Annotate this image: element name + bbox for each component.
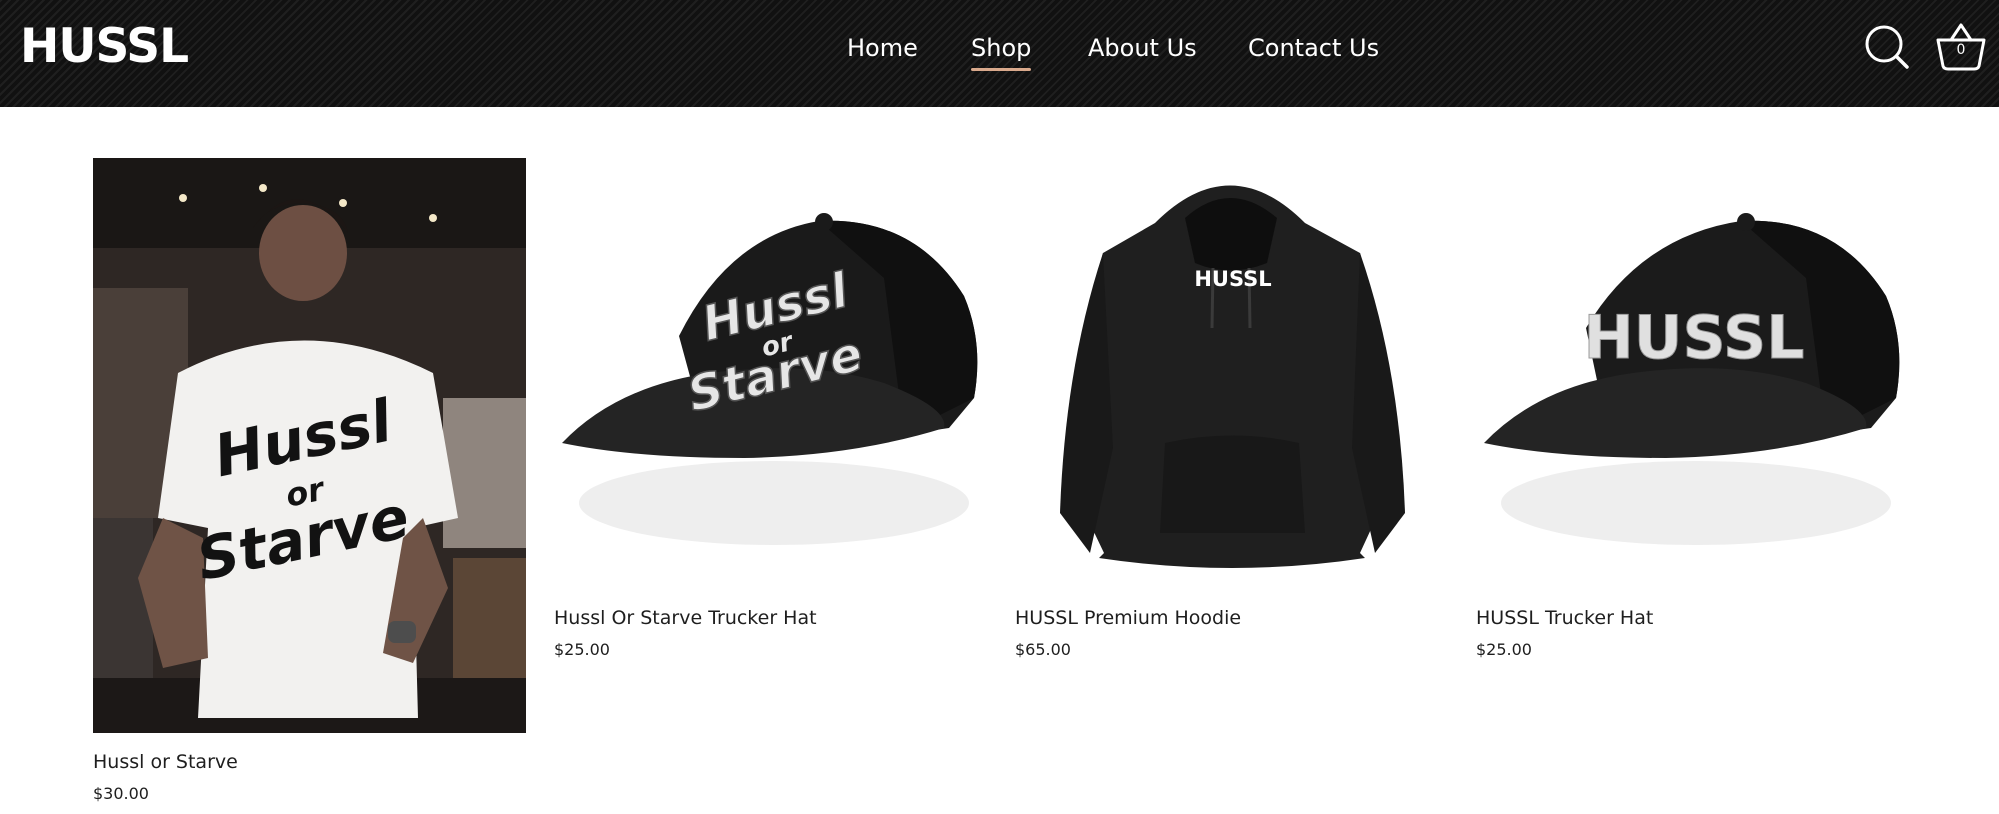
search-button[interactable] xyxy=(1862,22,1912,72)
trucker-hat-photo: Hussl or Starve xyxy=(562,213,978,545)
product-title[interactable]: Hussl Or Starve Trucker Hat xyxy=(554,605,817,631)
svg-text:HUSSL: HUSSL xyxy=(1584,303,1805,373)
product-card[interactable]: Hussl or Starve Hussl Or Starve Trucker … xyxy=(554,158,987,678)
main-nav: Home Shop About Us Contact Us xyxy=(0,30,1999,80)
product-grid: Hussl or Starve Hussl or Starve $30.00 H… xyxy=(0,107,1999,814)
nav-item-about-us[interactable]: About Us xyxy=(1088,30,1197,66)
site-header: HUSSL Home Shop About Us Contact Us 0 xyxy=(0,0,1999,107)
product-price: $25.00 xyxy=(554,640,610,659)
product-card[interactable]: Hussl or Starve Hussl or Starve $30.00 xyxy=(93,158,526,814)
product-title[interactable]: HUSSL Trucker Hat xyxy=(1476,605,1653,631)
product-image-hussl-trucker-hat[interactable]: HUSSL xyxy=(1476,158,1909,588)
product-image-trucker-hat[interactable]: Hussl or Starve xyxy=(554,158,987,588)
product-card[interactable]: HUSSL HUSSL Premium Hoodie $65.00 xyxy=(1015,158,1448,678)
svg-text:HUSSL: HUSSL xyxy=(1194,267,1271,291)
hoodie-photo: HUSSL xyxy=(1060,185,1405,568)
product-title[interactable]: Hussl or Starve xyxy=(93,749,238,775)
hussl-trucker-hat-photo: HUSSL xyxy=(1484,213,1900,545)
product-price: $65.00 xyxy=(1015,640,1071,659)
product-price: $25.00 xyxy=(1476,640,1532,659)
product-card[interactable]: HUSSL HUSSL Trucker Hat $25.00 xyxy=(1476,158,1909,678)
active-nav-underline xyxy=(971,68,1032,71)
product-title[interactable]: HUSSL Premium Hoodie xyxy=(1015,605,1241,631)
tshirt-model-photo: Hussl or Starve xyxy=(93,158,526,733)
product-image-hoodie[interactable]: HUSSL xyxy=(1015,158,1448,588)
product-price: $30.00 xyxy=(93,784,149,803)
cart-count-badge: 0 xyxy=(1956,42,1966,58)
nav-item-shop[interactable]: Shop xyxy=(971,30,1032,71)
nav-item-home[interactable]: Home xyxy=(847,30,918,66)
nav-item-contact-us[interactable]: Contact Us xyxy=(1248,30,1379,66)
search-icon xyxy=(1865,25,1909,69)
product-image-tshirt[interactable]: Hussl or Starve xyxy=(93,158,526,733)
nav-item-shop-label: Shop xyxy=(971,34,1032,62)
cart-button[interactable]: 0 xyxy=(1934,20,1988,72)
